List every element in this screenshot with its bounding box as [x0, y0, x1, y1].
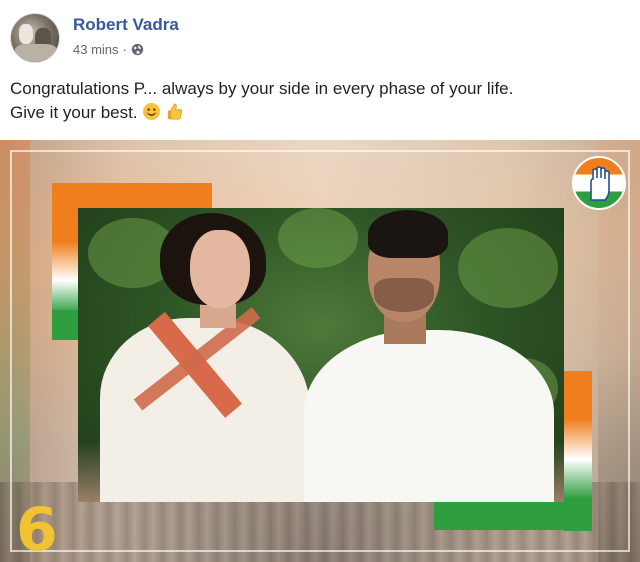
green-frame-bar-left — [52, 310, 78, 340]
post-meta: 43 mins · — [73, 42, 144, 57]
post-message: Congratulations P... always by your side… — [10, 77, 630, 125]
green-frame-bar-bottom — [434, 502, 592, 530]
meta-separator: · — [122, 42, 127, 57]
smiling-face-icon — [142, 102, 161, 121]
man-hair — [368, 210, 448, 258]
congress-hand-logo — [572, 156, 626, 210]
author-avatar[interactable] — [10, 13, 60, 63]
author-name[interactable]: Robert Vadra — [73, 15, 179, 35]
post-timestamp[interactable]: 43 mins — [73, 42, 119, 57]
tricolor-frame-bar-left — [52, 183, 78, 313]
man-beard — [374, 278, 434, 312]
post-message-line-1: Congratulations P... always by your side… — [10, 79, 514, 98]
couple-portrait — [78, 208, 564, 502]
post-message-line-2-text: Give it your best. — [10, 103, 138, 122]
post-photo[interactable]: 6 — [0, 140, 640, 562]
globe-icon[interactable] — [131, 43, 144, 56]
man-figure — [304, 330, 554, 502]
thumbs-up-icon — [165, 102, 184, 121]
woman-face — [190, 230, 250, 308]
decorative-number: 6 — [16, 495, 58, 562]
post-header: Robert Vadra 43 mins · — [0, 0, 640, 70]
post-message-line-2: Give it your best. — [10, 101, 630, 125]
